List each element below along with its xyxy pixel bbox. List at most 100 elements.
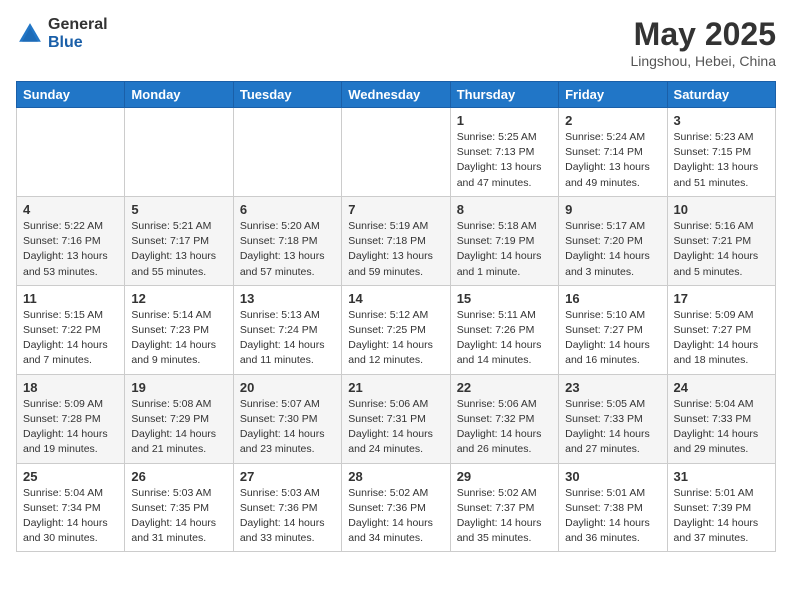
day-info: Sunrise: 5:17 AM Sunset: 7:20 PM Dayligh… — [565, 219, 660, 280]
day-number: 5 — [131, 202, 226, 217]
day-info: Sunrise: 5:11 AM Sunset: 7:26 PM Dayligh… — [457, 308, 552, 369]
calendar-cell: 21Sunrise: 5:06 AM Sunset: 7:31 PM Dayli… — [342, 374, 450, 463]
calendar-cell: 16 Sunrise: 5:10 AM Sunset: 7:27 PM Dayli… — [559, 285, 667, 374]
day-number: 2 — [565, 113, 660, 128]
day-info: Sunrise: 5:04 AM Sunset: 7:33 PM Dayligh… — [674, 397, 769, 458]
calendar-cell: 28Sunrise: 5:02 AM Sunset: 7:36 PM Dayli… — [342, 463, 450, 552]
calendar-cell: 2 Sunrise: 5:24 AM Sunset: 7:14 PM Daylig… — [559, 108, 667, 197]
day-info: Sunrise: 5:06 AM Sunset: 7:32 PM Dayligh… — [457, 397, 552, 458]
day-info: Sunrise: 5:16 AM Sunset: 7:21 PM Dayligh… — [674, 219, 769, 280]
day-number: 23 — [565, 380, 660, 395]
day-info: Sunrise: 5:22 AM Sunset: 7:16 PM Dayligh… — [23, 219, 118, 280]
day-info: Sunrise: 5:02 AM Sunset: 7:37 PM Dayligh… — [457, 486, 552, 547]
day-number: 6 — [240, 202, 335, 217]
day-number: 13 — [240, 291, 335, 306]
day-number: 24 — [674, 380, 769, 395]
day-number: 31 — [674, 469, 769, 484]
calendar-cell: 8 Sunrise: 5:18 AM Sunset: 7:19 PM Daylig… — [450, 196, 558, 285]
calendar-cell: 24 Sunrise: 5:04 AM Sunset: 7:33 PM Dayli… — [667, 374, 775, 463]
day-number: 8 — [457, 202, 552, 217]
day-number: 10 — [674, 202, 769, 217]
day-info: Sunrise: 5:04 AM Sunset: 7:34 PM Dayligh… — [23, 486, 118, 547]
calendar-cell: 27 Sunrise: 5:03 AM Sunset: 7:36 PM Dayli… — [233, 463, 341, 552]
calendar-cell — [233, 108, 341, 197]
calendar-week-row: 1 Sunrise: 5:25 AM Sunset: 7:13 PM Daylig… — [17, 108, 776, 197]
day-number: 14 — [348, 291, 443, 306]
calendar-cell: 22 Sunrise: 5:06 AM Sunset: 7:32 PM Dayli… — [450, 374, 558, 463]
logo: General Blue — [16, 16, 108, 51]
day-number: 1 — [457, 113, 552, 128]
calendar-week-row: 18Sunrise: 5:09 AM Sunset: 7:28 PM Dayli… — [17, 374, 776, 463]
day-info: Sunrise: 5:18 AM Sunset: 7:19 PM Dayligh… — [457, 219, 552, 280]
calendar-cell: 4Sunrise: 5:22 AM Sunset: 7:16 PM Daylig… — [17, 196, 125, 285]
calendar-cell: 12 Sunrise: 5:14 AM Sunset: 7:23 PM Dayli… — [125, 285, 233, 374]
day-info: Sunrise: 5:14 AM Sunset: 7:23 PM Dayligh… — [131, 308, 226, 369]
calendar-week-row: 11Sunrise: 5:15 AM Sunset: 7:22 PM Dayli… — [17, 285, 776, 374]
day-number: 26 — [131, 469, 226, 484]
day-info: Sunrise: 5:24 AM Sunset: 7:14 PM Dayligh… — [565, 130, 660, 191]
day-info: Sunrise: 5:03 AM Sunset: 7:36 PM Dayligh… — [240, 486, 335, 547]
day-number: 30 — [565, 469, 660, 484]
logo-icon — [16, 20, 44, 48]
day-number: 7 — [348, 202, 443, 217]
day-number: 29 — [457, 469, 552, 484]
day-info: Sunrise: 5:13 AM Sunset: 7:24 PM Dayligh… — [240, 308, 335, 369]
day-header-wednesday: Wednesday — [342, 82, 450, 108]
calendar-cell: 23 Sunrise: 5:05 AM Sunset: 7:33 PM Dayli… — [559, 374, 667, 463]
day-info: Sunrise: 5:09 AM Sunset: 7:27 PM Dayligh… — [674, 308, 769, 369]
calendar-week-row: 4Sunrise: 5:22 AM Sunset: 7:16 PM Daylig… — [17, 196, 776, 285]
day-info: Sunrise: 5:20 AM Sunset: 7:18 PM Dayligh… — [240, 219, 335, 280]
day-info: Sunrise: 5:03 AM Sunset: 7:35 PM Dayligh… — [131, 486, 226, 547]
calendar-cell: 6 Sunrise: 5:20 AM Sunset: 7:18 PM Daylig… — [233, 196, 341, 285]
month-title: May 2025 — [630, 16, 776, 53]
title-block: May 2025 Lingshou, Hebei, China — [630, 16, 776, 69]
day-number: 27 — [240, 469, 335, 484]
page-header: General Blue May 2025 Lingshou, Hebei, C… — [16, 16, 776, 69]
calendar-cell: 26 Sunrise: 5:03 AM Sunset: 7:35 PM Dayli… — [125, 463, 233, 552]
day-info: Sunrise: 5:09 AM Sunset: 7:28 PM Dayligh… — [23, 397, 118, 458]
day-number: 12 — [131, 291, 226, 306]
calendar-cell: 3Sunrise: 5:23 AM Sunset: 7:15 PM Daylig… — [667, 108, 775, 197]
calendar-cell — [342, 108, 450, 197]
day-number: 15 — [457, 291, 552, 306]
day-header-monday: Monday — [125, 82, 233, 108]
day-header-thursday: Thursday — [450, 82, 558, 108]
day-info: Sunrise: 5:19 AM Sunset: 7:18 PM Dayligh… — [348, 219, 443, 280]
calendar-cell: 7 Sunrise: 5:19 AM Sunset: 7:18 PM Daylig… — [342, 196, 450, 285]
calendar-cell — [125, 108, 233, 197]
day-number: 20 — [240, 380, 335, 395]
calendar-cell: 17 Sunrise: 5:09 AM Sunset: 7:27 PM Dayli… — [667, 285, 775, 374]
day-info: Sunrise: 5:01 AM Sunset: 7:39 PM Dayligh… — [674, 486, 769, 547]
day-number: 9 — [565, 202, 660, 217]
day-number: 3 — [674, 113, 769, 128]
day-info: Sunrise: 5:07 AM Sunset: 7:30 PM Dayligh… — [240, 397, 335, 458]
calendar-cell: 5Sunrise: 5:21 AM Sunset: 7:17 PM Daylig… — [125, 196, 233, 285]
calendar-cell: 9 Sunrise: 5:17 AM Sunset: 7:20 PM Daylig… — [559, 196, 667, 285]
calendar-cell: 10 Sunrise: 5:16 AM Sunset: 7:21 PM Dayli… — [667, 196, 775, 285]
day-number: 22 — [457, 380, 552, 395]
day-header-friday: Friday — [559, 82, 667, 108]
day-info: Sunrise: 5:01 AM Sunset: 7:38 PM Dayligh… — [565, 486, 660, 547]
day-info: Sunrise: 5:25 AM Sunset: 7:13 PM Dayligh… — [457, 130, 552, 191]
calendar-cell: 30 Sunrise: 5:01 AM Sunset: 7:38 PM Dayli… — [559, 463, 667, 552]
calendar-cell: 25Sunrise: 5:04 AM Sunset: 7:34 PM Dayli… — [17, 463, 125, 552]
day-number: 17 — [674, 291, 769, 306]
calendar-cell — [17, 108, 125, 197]
calendar-cell: 1 Sunrise: 5:25 AM Sunset: 7:13 PM Daylig… — [450, 108, 558, 197]
logo-general-text: General — [48, 16, 108, 34]
location-text: Lingshou, Hebei, China — [630, 53, 776, 69]
day-header-saturday: Saturday — [667, 82, 775, 108]
logo-blue-text: Blue — [48, 34, 108, 52]
day-number: 16 — [565, 291, 660, 306]
day-info: Sunrise: 5:05 AM Sunset: 7:33 PM Dayligh… — [565, 397, 660, 458]
logo-text: General Blue — [48, 16, 108, 51]
calendar-week-row: 25Sunrise: 5:04 AM Sunset: 7:34 PM Dayli… — [17, 463, 776, 552]
calendar-cell: 13 Sunrise: 5:13 AM Sunset: 7:24 PM Dayli… — [233, 285, 341, 374]
day-number: 21 — [348, 380, 443, 395]
day-info: Sunrise: 5:10 AM Sunset: 7:27 PM Dayligh… — [565, 308, 660, 369]
day-header-sunday: Sunday — [17, 82, 125, 108]
calendar-cell: 19Sunrise: 5:08 AM Sunset: 7:29 PM Dayli… — [125, 374, 233, 463]
calendar-cell: 29 Sunrise: 5:02 AM Sunset: 7:37 PM Dayli… — [450, 463, 558, 552]
day-header-tuesday: Tuesday — [233, 82, 341, 108]
day-number: 19 — [131, 380, 226, 395]
